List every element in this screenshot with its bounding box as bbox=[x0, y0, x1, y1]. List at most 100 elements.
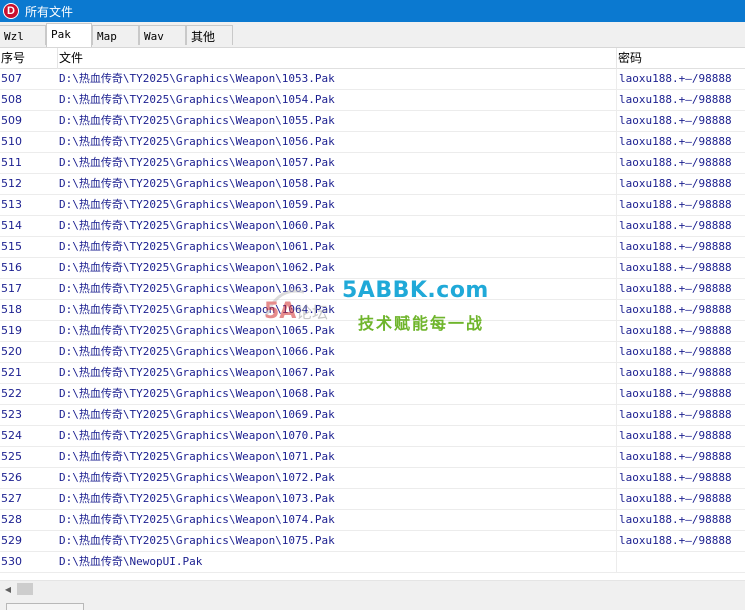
row-number: 514 bbox=[1, 219, 22, 232]
row-password: laoxu188.+—/98888 bbox=[619, 240, 732, 253]
row-password bbox=[619, 552, 745, 572]
row-file-path: D:\热血传奇\TY2025\Graphics\Weapon\1065.Pak bbox=[59, 324, 335, 337]
row-file-path: D:\热血传奇\TY2025\Graphics\Weapon\1060.Pak bbox=[59, 219, 335, 232]
table-row[interactable]: 520 D:\热血传奇\TY2025\Graphics\Weapon\1066.P… bbox=[0, 342, 745, 363]
column-divider bbox=[616, 405, 617, 425]
table-row[interactable]: 523 D:\热血传奇\TY2025\Graphics\Weapon\1069.P… bbox=[0, 405, 745, 426]
tab-wav[interactable]: Wav bbox=[139, 25, 186, 45]
table-row[interactable]: 510 D:\热血传奇\TY2025\Graphics\Weapon\1056.P… bbox=[0, 132, 745, 153]
row-password: laoxu188.+—/98888 bbox=[619, 93, 732, 106]
row-file-path: D:\热血传奇\TY2025\Graphics\Weapon\1071.Pak bbox=[59, 450, 335, 463]
row-number: 528 bbox=[1, 513, 22, 526]
column-divider bbox=[616, 90, 617, 110]
column-divider bbox=[616, 468, 617, 488]
table-row[interactable]: 528 D:\热血传奇\TY2025\Graphics\Weapon\1074.P… bbox=[0, 510, 745, 531]
tab-map[interactable]: Map bbox=[92, 25, 139, 45]
column-divider bbox=[616, 69, 617, 89]
row-password: laoxu188.+—/98888 bbox=[619, 324, 732, 337]
tab-wzl[interactable]: Wzl bbox=[0, 25, 46, 45]
table-row[interactable]: 507 D:\热血传奇\TY2025\Graphics\Weapon\1053.P… bbox=[0, 69, 745, 90]
row-password: laoxu188.+—/98888 bbox=[619, 345, 732, 358]
table-row[interactable]: 530 D:\热血传奇\NewopUI.Pak bbox=[0, 552, 745, 573]
row-password: laoxu188.+—/98888 bbox=[619, 261, 732, 274]
table-row[interactable]: 515 D:\热血传奇\TY2025\Graphics\Weapon\1061.P… bbox=[0, 237, 745, 258]
table-row[interactable]: 527 D:\热血传奇\TY2025\Graphics\Weapon\1073.P… bbox=[0, 489, 745, 510]
row-number: 510 bbox=[1, 135, 22, 148]
row-password: laoxu188.+—/98888 bbox=[619, 219, 732, 232]
column-divider bbox=[616, 153, 617, 173]
column-header-password[interactable]: 密码 bbox=[617, 48, 745, 69]
row-number: 523 bbox=[1, 408, 22, 421]
table-row[interactable]: 521 D:\热血传奇\TY2025\Graphics\Weapon\1067.P… bbox=[0, 363, 745, 384]
table-row[interactable]: 513 D:\热血传奇\TY2025\Graphics\Weapon\1059.P… bbox=[0, 195, 745, 216]
scroll-left-arrow-icon[interactable]: ◀ bbox=[0, 581, 16, 597]
table-row[interactable]: 516 D:\热血传奇\TY2025\Graphics\Weapon\1062.P… bbox=[0, 258, 745, 279]
row-number: 522 bbox=[1, 387, 22, 400]
table-row[interactable]: 508 D:\热血传奇\TY2025\Graphics\Weapon\1054.P… bbox=[0, 90, 745, 111]
table-row[interactable]: 514 D:\热血传奇\TY2025\Graphics\Weapon\1060.P… bbox=[0, 216, 745, 237]
bottom-bar bbox=[0, 597, 745, 610]
row-number: 524 bbox=[1, 429, 22, 442]
table-row[interactable]: 524 D:\热血传奇\TY2025\Graphics\Weapon\1070.P… bbox=[0, 426, 745, 447]
table-row[interactable]: 526 D:\热血传奇\TY2025\Graphics\Weapon\1072.P… bbox=[0, 468, 745, 489]
column-divider bbox=[616, 237, 617, 257]
column-divider bbox=[616, 111, 617, 131]
row-file-path: D:\热血传奇\TY2025\Graphics\Weapon\1059.Pak bbox=[59, 198, 335, 211]
row-number: 507 bbox=[1, 72, 22, 85]
column-divider bbox=[616, 447, 617, 467]
column-divider bbox=[616, 531, 617, 551]
row-file-path: D:\热血传奇\TY2025\Graphics\Weapon\1063.Pak bbox=[59, 282, 335, 295]
row-password: laoxu188.+—/98888 bbox=[619, 72, 732, 85]
row-number: 512 bbox=[1, 177, 22, 190]
row-number: 530 bbox=[1, 555, 22, 568]
table-row[interactable]: 529 D:\热血传奇\TY2025\Graphics\Weapon\1075.P… bbox=[0, 531, 745, 552]
row-file-path: D:\热血传奇\TY2025\Graphics\Weapon\1056.Pak bbox=[59, 135, 335, 148]
column-divider bbox=[616, 279, 617, 299]
column-header-no[interactable]: 序号 bbox=[0, 48, 58, 69]
row-number: 517 bbox=[1, 282, 22, 295]
column-divider bbox=[616, 321, 617, 341]
row-password: laoxu188.+—/98888 bbox=[619, 282, 732, 295]
table-row[interactable]: 522 D:\热血传奇\TY2025\Graphics\Weapon\1068.P… bbox=[0, 384, 745, 405]
row-file-path: D:\热血传奇\TY2025\Graphics\Weapon\1066.Pak bbox=[59, 345, 335, 358]
row-file-path: D:\热血传奇\TY2025\Graphics\Weapon\1072.Pak bbox=[59, 471, 335, 484]
row-password: laoxu188.+—/98888 bbox=[619, 366, 732, 379]
horizontal-scrollbar[interactable]: ◀ bbox=[0, 580, 745, 597]
table-row[interactable]: 525 D:\热血传奇\TY2025\Graphics\Weapon\1071.P… bbox=[0, 447, 745, 468]
window-title: 所有文件 bbox=[25, 4, 74, 19]
tab-pak[interactable]: Pak bbox=[46, 23, 92, 47]
file-table: 序号 文件 密码 507 D:\热血传奇\TY2025\Graphics\Weap… bbox=[0, 48, 745, 578]
row-password: laoxu188.+—/98888 bbox=[619, 408, 732, 421]
column-divider bbox=[616, 489, 617, 509]
row-file-path: D:\热血传奇\TY2025\Graphics\Weapon\1074.Pak bbox=[59, 513, 335, 526]
scroll-thumb[interactable] bbox=[17, 583, 33, 595]
table-header: 序号 文件 密码 bbox=[0, 48, 745, 69]
tab-other[interactable]: 其他 bbox=[186, 25, 233, 45]
column-divider bbox=[616, 342, 617, 362]
row-password: laoxu188.+—/98888 bbox=[619, 114, 732, 127]
row-number: 518 bbox=[1, 303, 22, 316]
column-divider bbox=[616, 300, 617, 320]
column-divider bbox=[616, 195, 617, 215]
row-password: laoxu188.+—/98888 bbox=[619, 387, 732, 400]
column-divider bbox=[616, 258, 617, 278]
row-password: laoxu188.+—/98888 bbox=[619, 177, 732, 190]
column-header-file[interactable]: 文件 bbox=[58, 48, 617, 69]
table-row[interactable]: 509 D:\热血传奇\TY2025\Graphics\Weapon\1055.P… bbox=[0, 111, 745, 132]
row-number: 513 bbox=[1, 198, 22, 211]
table-row[interactable]: 517 D:\热血传奇\TY2025\Graphics\Weapon\1063.P… bbox=[0, 279, 745, 300]
row-number: 519 bbox=[1, 324, 22, 337]
row-file-path: D:\热血传奇\TY2025\Graphics\Weapon\1068.Pak bbox=[59, 387, 335, 400]
row-number: 520 bbox=[1, 345, 22, 358]
table-row[interactable]: 511 D:\热血传奇\TY2025\Graphics\Weapon\1057.P… bbox=[0, 153, 745, 174]
table-row[interactable]: 512 D:\热血传奇\TY2025\Graphics\Weapon\1058.P… bbox=[0, 174, 745, 195]
row-number: 515 bbox=[1, 240, 22, 253]
table-row[interactable]: 518 D:\热血传奇\TY2025\Graphics\Weapon\1064.P… bbox=[0, 300, 745, 321]
table-row[interactable]: 519 D:\热血传奇\TY2025\Graphics\Weapon\1065.P… bbox=[0, 321, 745, 342]
row-file-path: D:\热血传奇\TY2025\Graphics\Weapon\1069.Pak bbox=[59, 408, 335, 421]
row-file-path: D:\热血传奇\TY2025\Graphics\Weapon\1057.Pak bbox=[59, 156, 335, 169]
row-file-path: D:\热血传奇\TY2025\Graphics\Weapon\1054.Pak bbox=[59, 93, 335, 106]
row-password: laoxu188.+—/98888 bbox=[619, 135, 732, 148]
bottom-button[interactable] bbox=[6, 603, 84, 610]
row-file-path: D:\热血传奇\TY2025\Graphics\Weapon\1064.Pak bbox=[59, 303, 335, 316]
